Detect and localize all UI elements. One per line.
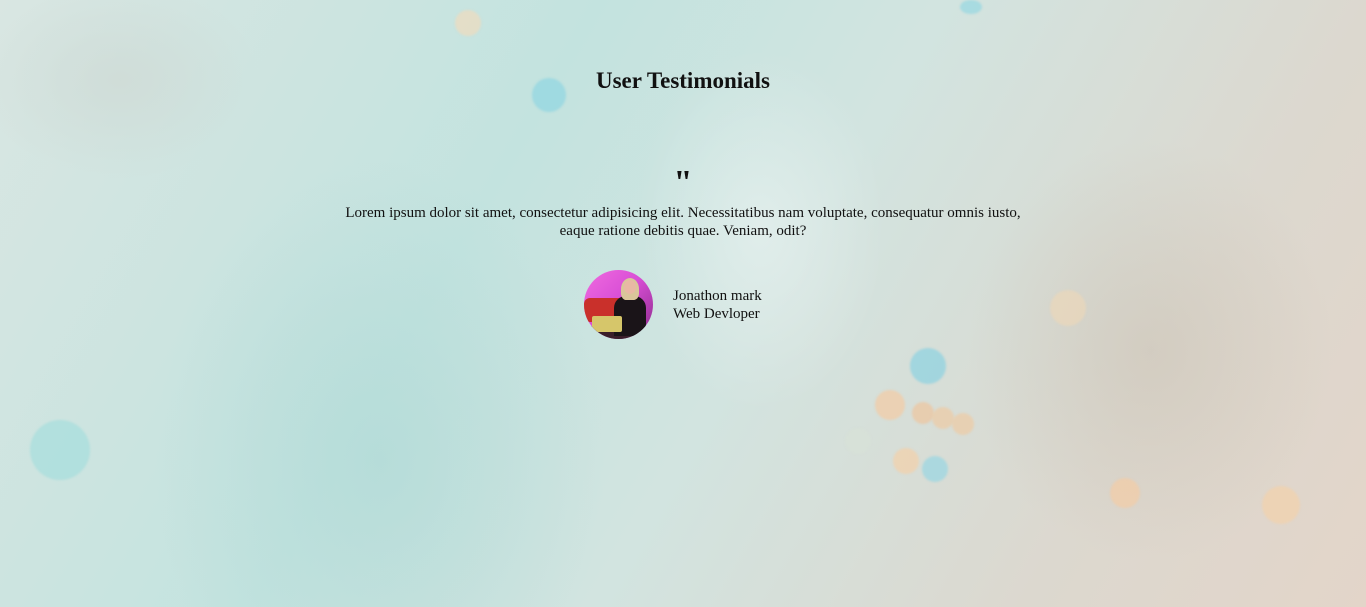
page-title: User Testimonials [595, 68, 771, 93]
author-info: Jonathon mark Web Devloper [673, 287, 762, 323]
author-name: Jonathon mark [673, 287, 762, 304]
quote-icon: " [673, 166, 693, 190]
avatar-head [624, 280, 636, 294]
avatar-laptop [592, 316, 622, 332]
author-role: Web Devloper [673, 305, 760, 322]
avatar [584, 270, 653, 339]
testimonials-section: User Testimonials " Lorem ipsum dolor si… [0, 0, 1366, 607]
testimonial-text: Lorem ipsum dolor sit amet, consectetur … [345, 205, 1021, 239]
testimonial-author: Jonathon mark Web Devloper [584, 270, 762, 339]
